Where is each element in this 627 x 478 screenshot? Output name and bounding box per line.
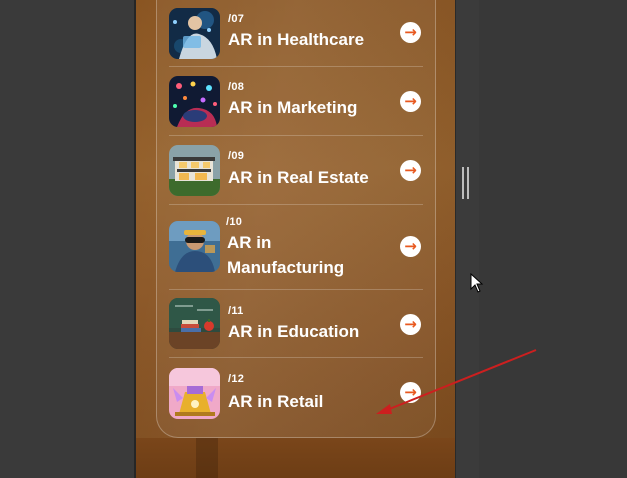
annotation-arrow [376, 349, 537, 414]
mouse-pointer-icon [470, 272, 484, 297]
